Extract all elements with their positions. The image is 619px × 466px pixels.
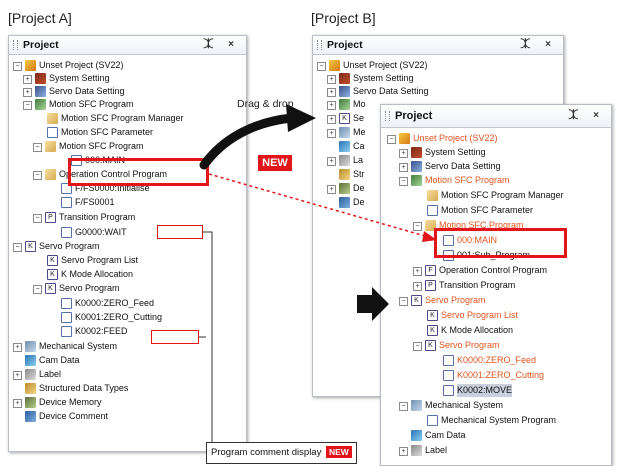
drag-drop-caption: Drag & drop (237, 98, 294, 110)
annotation-overlay (199, 104, 437, 445)
program-comment-display-callout: Program comment display NEW (206, 442, 357, 464)
new-badge: NEW (258, 155, 292, 171)
dotted-connector-line (208, 173, 433, 239)
new-badge-small: NEW (326, 446, 352, 458)
big-right-arrow-icon (357, 287, 389, 321)
dotted-connector-head-icon (422, 231, 437, 242)
program-comment-display-label: Program comment display (211, 447, 322, 458)
comment-connector-line (203, 231, 213, 445)
